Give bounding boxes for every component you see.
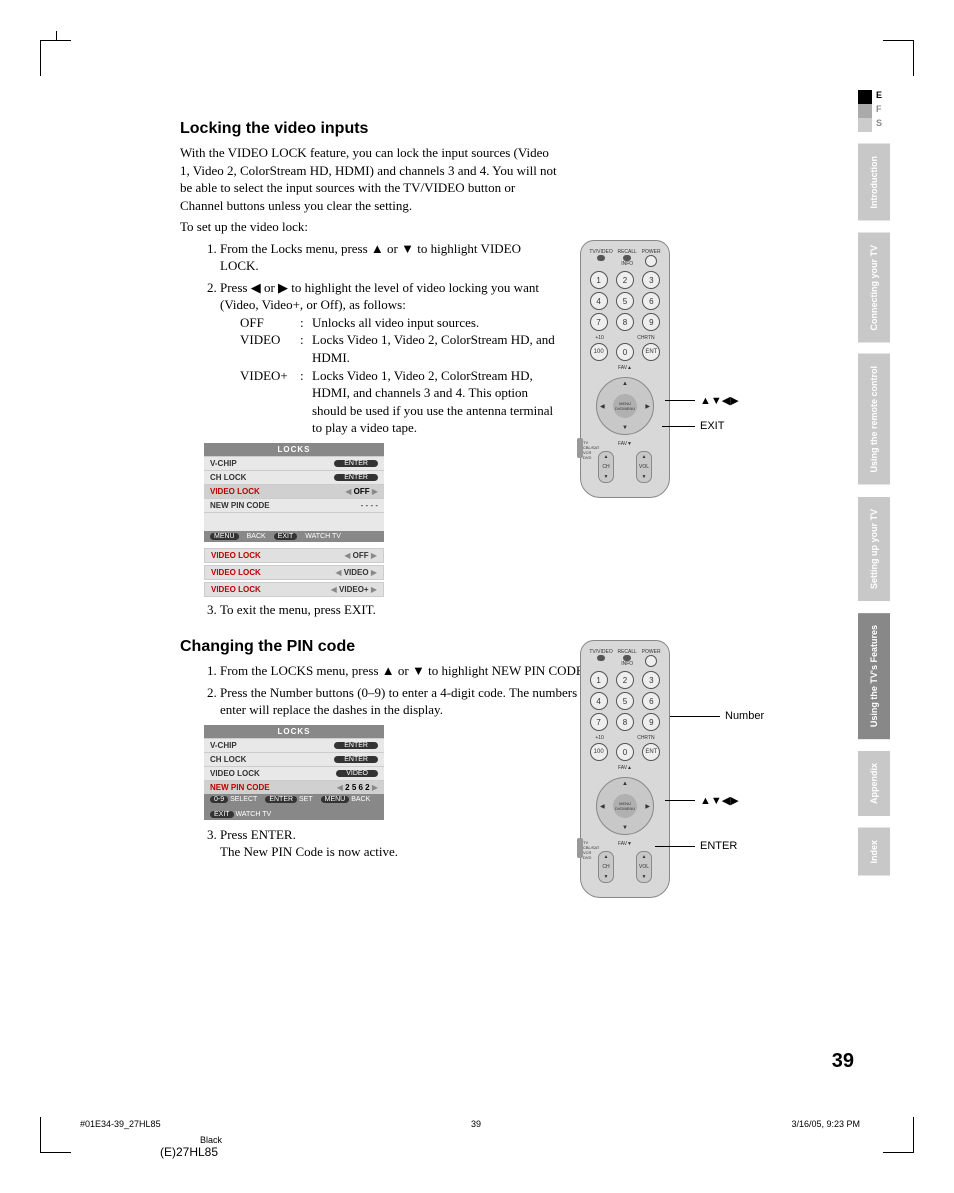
lang-s: S xyxy=(872,118,882,132)
heading-locking: Locking the video inputs xyxy=(180,120,820,138)
crop-mark xyxy=(40,40,71,76)
page-number: 39 xyxy=(832,1050,854,1073)
callout-line xyxy=(662,426,695,427)
setup-para: To set up the video lock: xyxy=(180,218,560,236)
tab-setting-up: Setting up your TV xyxy=(858,497,890,601)
crop-mark xyxy=(40,1117,71,1153)
video-lock-options: VIDEO LOCK◀ OFF ▶ xyxy=(204,548,384,563)
step-2: Press ◀ or ▶ to highlight the level of v… xyxy=(220,279,560,437)
callout-number: Number xyxy=(725,710,764,722)
tab-index: Index xyxy=(858,828,890,876)
tab-features: Using the TV's Features xyxy=(858,613,890,739)
page-content: Locking the video inputs With the VIDEO … xyxy=(180,120,820,867)
tab-remote: Using the remote control xyxy=(858,354,890,485)
crop-mark xyxy=(883,1117,914,1153)
callout-line xyxy=(670,716,720,717)
step-3: To exit the menu, press EXIT. xyxy=(220,601,600,619)
menu-title: LOCKS xyxy=(204,443,384,456)
pin-step-1: From the LOCKS menu, press ▲ or ▼ to hig… xyxy=(220,662,600,680)
remote-illustration-2: TV/VIDEO RECALLINFO POWER 123 456 789 +1… xyxy=(580,640,670,898)
crop-mark xyxy=(883,40,914,76)
language-block: E F S xyxy=(858,90,890,132)
pin-step-3: Press ENTER. The New PIN Code is now act… xyxy=(220,826,600,861)
locks-menu-1: LOCKS V-CHIPENTER CH LOCKENTER VIDEO LOC… xyxy=(204,443,384,542)
lang-f: F xyxy=(872,104,882,118)
callout-line xyxy=(665,800,695,801)
footer-info: #01E34-39_27HL85 39 3/16/05, 9:23 PM xyxy=(80,1119,860,1129)
pin-step-2: Press the Number buttons (0–9) to enter … xyxy=(220,684,600,719)
footer-black: Black xyxy=(200,1135,222,1145)
callout-exit: EXIT xyxy=(700,420,724,432)
intro-para: With the VIDEO LOCK feature, you can loc… xyxy=(180,144,560,214)
locks-menu-2: LOCKS V-CHIPENTER CH LOCKENTER VIDEO LOC… xyxy=(204,725,384,820)
callout-line xyxy=(655,846,695,847)
tab-introduction: Introduction xyxy=(858,144,890,221)
heading-pin: Changing the PIN code xyxy=(180,638,820,656)
tab-appendix: Appendix xyxy=(858,751,890,816)
step-1: From the Locks menu, press ▲ or ▼ to hig… xyxy=(220,240,560,275)
callout-enter: ENTER xyxy=(700,840,737,852)
remote-illustration-1: TV/VIDEO RECALLINFO POWER 123 456 789 +1… xyxy=(580,240,670,498)
callout-line xyxy=(665,400,695,401)
callout-arrows: ▲▼◀▶ xyxy=(700,394,739,407)
footer-model: (E)27HL85 xyxy=(160,1145,218,1159)
tab-connecting: Connecting your TV xyxy=(858,233,890,343)
lang-e: E xyxy=(872,90,882,104)
side-tabs: E F S Introduction Connecting your TV Us… xyxy=(858,90,890,887)
callout-arrows-2: ▲▼◀▶ xyxy=(700,794,739,807)
